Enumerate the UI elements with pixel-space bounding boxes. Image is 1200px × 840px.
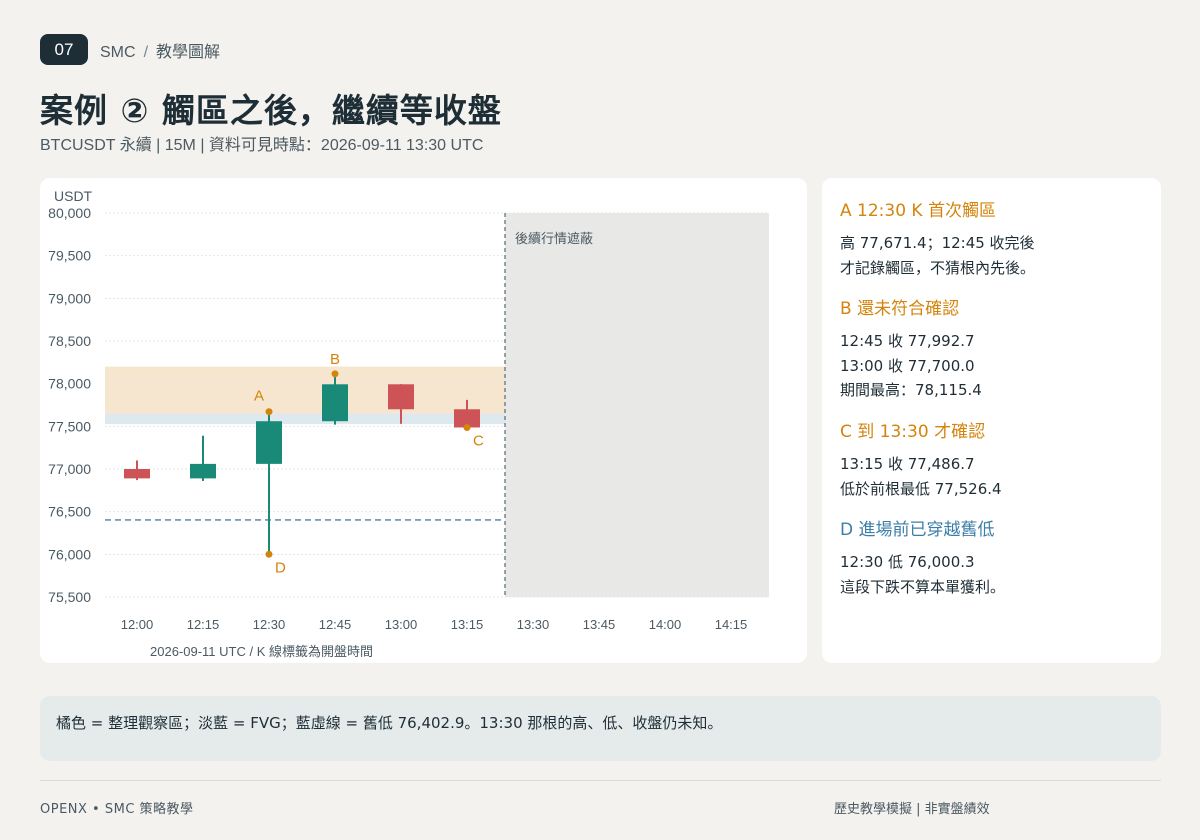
y-tick-label: 78,500 <box>48 333 91 349</box>
candle-body <box>124 469 150 479</box>
x-tick-label: 13:30 <box>517 617 550 632</box>
x-tick-label: 14:00 <box>649 617 682 632</box>
candlestick-chart: A B C D 80,000 79,500 79,000 78,500 78,000 77,50… <box>48 188 769 659</box>
mask-label: 後續行情遮蔽 <box>515 231 593 246</box>
note-heading-d: D 進場前已穿越舊低 <box>840 520 995 540</box>
section-number-badge: 07 <box>40 34 88 65</box>
x-tick-label: 14:15 <box>715 617 748 632</box>
y-tick-label: 77,000 <box>48 461 91 477</box>
marker-point-d <box>265 550 273 558</box>
candle-body <box>388 384 414 410</box>
note-heading-c: C 到 13:30 才確認 <box>840 422 986 442</box>
marker-point-c <box>463 423 471 431</box>
fvg-zone <box>105 413 505 425</box>
legend-note: 橘色 = 整理觀察區；淡藍 = FVG；藍虛線 = 舊低 76,402.9。13… <box>40 696 1161 761</box>
page-subtitle: BTCUSDT 永續 | 15M | 資料可見時點：2026-09-11 13:… <box>40 137 484 154</box>
x-tick-label: 13:00 <box>385 617 418 632</box>
y-tick-label: 80,000 <box>48 205 91 221</box>
x-axis-footnote: 2026-09-11 UTC / K 線標籤為開盤時間 <box>150 644 373 659</box>
note-line: 才記錄觸區，不猜根內先後。 <box>840 258 1036 277</box>
x-tick-label: 12:00 <box>121 617 154 632</box>
x-tick-label: 13:15 <box>451 617 484 632</box>
x-tick-label: 13:45 <box>583 617 616 632</box>
footer-divider <box>40 780 1161 781</box>
candle-body <box>190 463 216 479</box>
note-item-b: B 還未符合確認 12:45 收 77,992.7 13:00 收 77,700… <box>840 294 982 403</box>
note-heading-b: B 還未符合確認 <box>840 299 960 319</box>
breadcrumb-sub: 教學圖解 <box>156 43 221 61</box>
note-item-a: A 12:30 K 首次觸區 高 77,671.4；12:45 收完後 才記錄觸… <box>840 196 1035 280</box>
note-line: 12:45 收 77,992.7 <box>840 332 975 350</box>
page-title: 案例 ② 觸區之後，繼續等收盤 <box>40 91 502 130</box>
note-heading-a: A 12:30 K 首次觸區 <box>840 201 996 221</box>
observation-zone <box>105 366 505 414</box>
marker-label-c: C <box>473 432 484 449</box>
note-line: 期間最高：78,115.4 <box>840 381 982 399</box>
candle-body <box>256 421 282 464</box>
breadcrumb: SMC / 教學圖解 <box>100 38 220 62</box>
note-line: 低於前根最低 77,526.4 <box>840 479 1002 498</box>
footer-disclaimer: 歷史教學模擬 | 非實盤績效 <box>834 802 990 817</box>
note-line: 12:30 低 76,000.3 <box>840 553 975 571</box>
note-item-d: D 進場前已穿越舊低 12:30 低 76,000.3 這段下跌不算本單獲利。 <box>840 515 1005 599</box>
y-tick-label: 76,500 <box>48 504 91 520</box>
y-tick-label: 77,500 <box>48 418 91 434</box>
marker-label-d: D <box>275 559 286 576</box>
note-item-c: C 到 13:30 才確認 13:15 收 77,486.7 低於前根最低 77… <box>840 417 1002 501</box>
y-tick-label: 78,000 <box>48 376 91 392</box>
breadcrumb-separator: / <box>143 43 149 61</box>
marker-label-b: B <box>330 351 340 368</box>
note-line: 高 77,671.4；12:45 收完後 <box>840 234 1035 252</box>
x-tick-label: 12:45 <box>319 617 352 632</box>
x-tick-label: 12:15 <box>187 617 220 632</box>
future-mask <box>505 213 769 597</box>
y-tick-label: 75,500 <box>48 589 91 605</box>
note-line: 13:00 收 77,700.0 <box>840 356 975 375</box>
note-line: 這段下跌不算本單獲利。 <box>840 577 1006 596</box>
breadcrumb-main: SMC <box>100 43 136 61</box>
legend-note-text: 橘色 = 整理觀察區；淡藍 = FVG；藍虛線 = 舊低 76,402.9。13… <box>56 714 723 732</box>
marker-label-a: A <box>254 388 264 405</box>
candle-body <box>322 384 348 422</box>
y-tick-label: 79,500 <box>48 248 91 264</box>
footer-brand: OPENX • SMC 策略教學 <box>40 802 194 817</box>
note-line: 13:15 收 77,486.7 <box>840 455 975 473</box>
chart-card: A B C D 80,000 79,500 79,000 78,500 78,000 77,50… <box>40 178 807 663</box>
y-axis-label: USDT <box>54 188 93 204</box>
case-notes-panel: A 12:30 K 首次觸區 高 77,671.4；12:45 收完後 才記錄觸… <box>822 178 1161 663</box>
y-tick-label: 79,000 <box>48 290 91 306</box>
marker-point-a <box>265 408 273 416</box>
marker-point-b <box>331 370 339 378</box>
x-tick-label: 12:30 <box>253 617 286 632</box>
y-tick-label: 76,000 <box>48 546 91 562</box>
